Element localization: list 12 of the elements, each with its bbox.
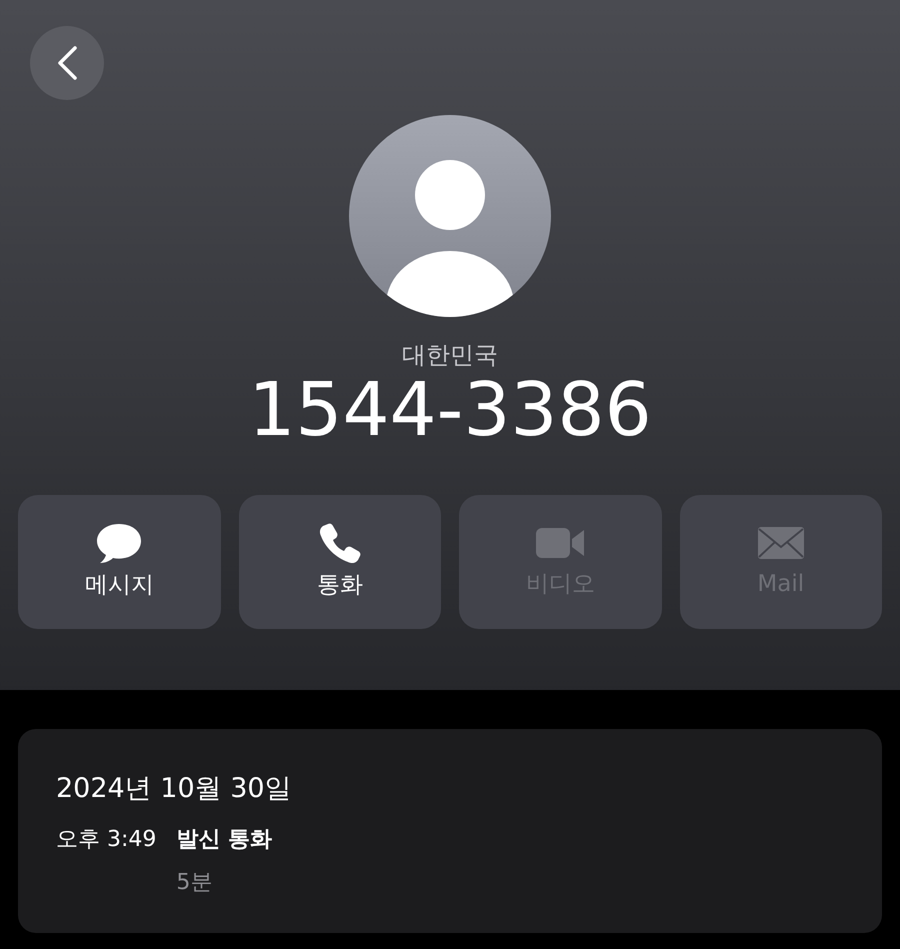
avatar-icon bbox=[349, 115, 551, 317]
call-time: 오후 3:49 bbox=[56, 826, 156, 854]
call-date: 2024년 10월 30일 bbox=[56, 773, 293, 806]
phone-icon bbox=[318, 522, 361, 564]
region-label: 대한민국 bbox=[401, 341, 499, 370]
call-duration: 5분 bbox=[176, 869, 214, 898]
message-button[interactable]: 메시지 bbox=[18, 495, 220, 630]
call-type: 발신 통화 bbox=[176, 826, 272, 854]
call-button[interactable]: 통화 bbox=[238, 495, 441, 630]
chat-bubble-icon bbox=[95, 522, 144, 564]
phone-number: 1544-3386 bbox=[247, 370, 653, 452]
back-icon bbox=[56, 45, 78, 81]
